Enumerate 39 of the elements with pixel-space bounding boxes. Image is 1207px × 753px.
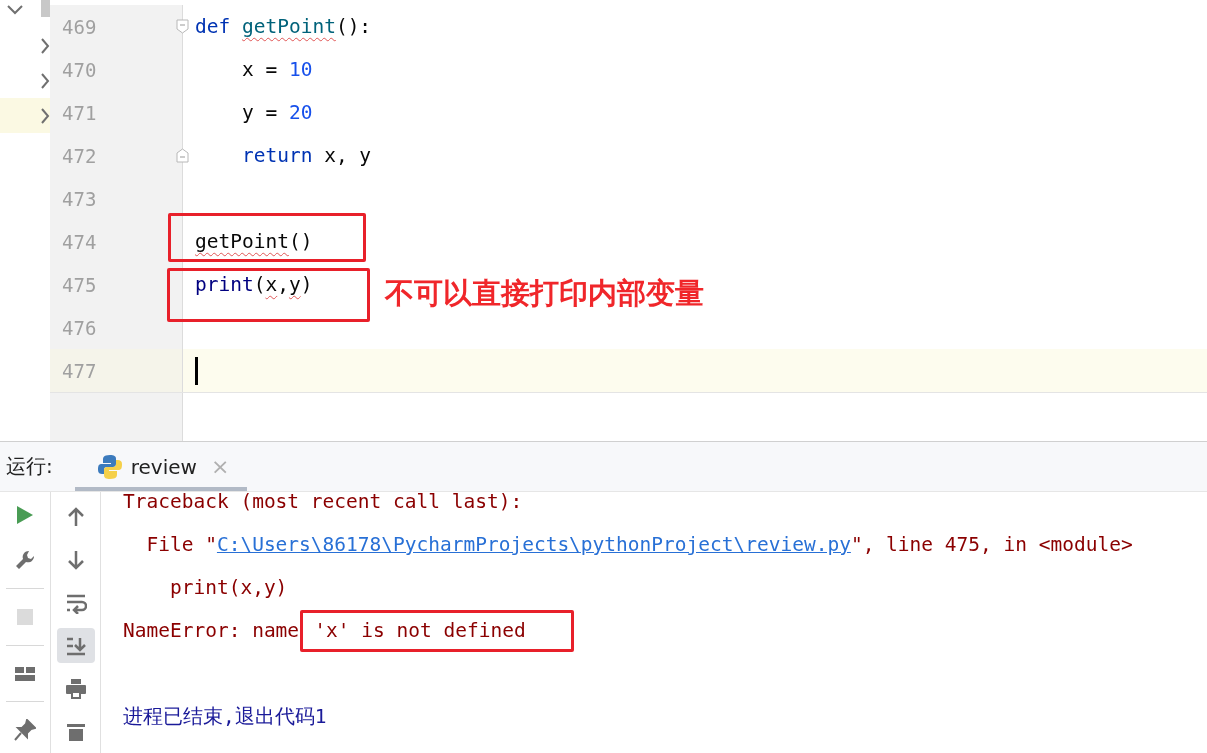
code-line: def getPoint(): [195,15,372,38]
file-link[interactable]: C:\Users\86178\PycharmProjects\pythonProject\review.py [216,533,851,556]
stop-icon [14,606,36,628]
toolbar-button[interactable] [56,628,95,664]
chevron-right-icon[interactable] [40,71,50,90]
wrench-icon [14,549,36,572]
fold-marker-icon[interactable] [176,19,189,34]
line-number: 474 [62,230,97,253]
console-text: 'x' is not defined [314,619,526,642]
soft-wrap-icon [64,592,87,615]
chevron-right-icon[interactable] [40,36,50,55]
code-line: y = 20 [240,101,313,124]
line-number: 476 [62,316,97,339]
fold-marker-icon[interactable] [176,148,189,163]
line-number: 475 [62,273,97,296]
console-line: print(x,y) [168,575,288,601]
chevron-down-icon[interactable] [6,4,24,16]
line-number: 470 [62,58,97,81]
scrollbar-thumb[interactable] [41,0,50,17]
code-line: getPoint() [195,230,313,253]
pin-icon [14,719,36,742]
line-number: 471 [62,101,97,124]
line-number: 473 [62,187,97,210]
run-tab[interactable]: review × [74,442,248,491]
chevron-right-icon[interactable] [40,106,50,125]
code-line: print(x,y) [195,273,313,296]
code-line: x = 10 [240,58,313,81]
console-text: NameError: name [123,619,300,642]
console-line: File "C:\Users\86178\PycharmProjects\pythonProject\review.py", line 475, in <module> [145,532,1133,558]
line-number: 472 [62,144,97,167]
line-number: 477 [62,359,97,382]
console-line: 进程已结束,退出代码1 [123,704,327,730]
run-label: 运行: [6,453,53,480]
python-icon [96,453,123,480]
printer-icon [64,677,87,700]
line-number: 469 [62,15,97,38]
code-line: return x, y [240,144,372,167]
console-line: Traceback (most recent call last): [123,492,523,515]
annotation-text: 不可以直接打印内部变量 [385,275,704,312]
